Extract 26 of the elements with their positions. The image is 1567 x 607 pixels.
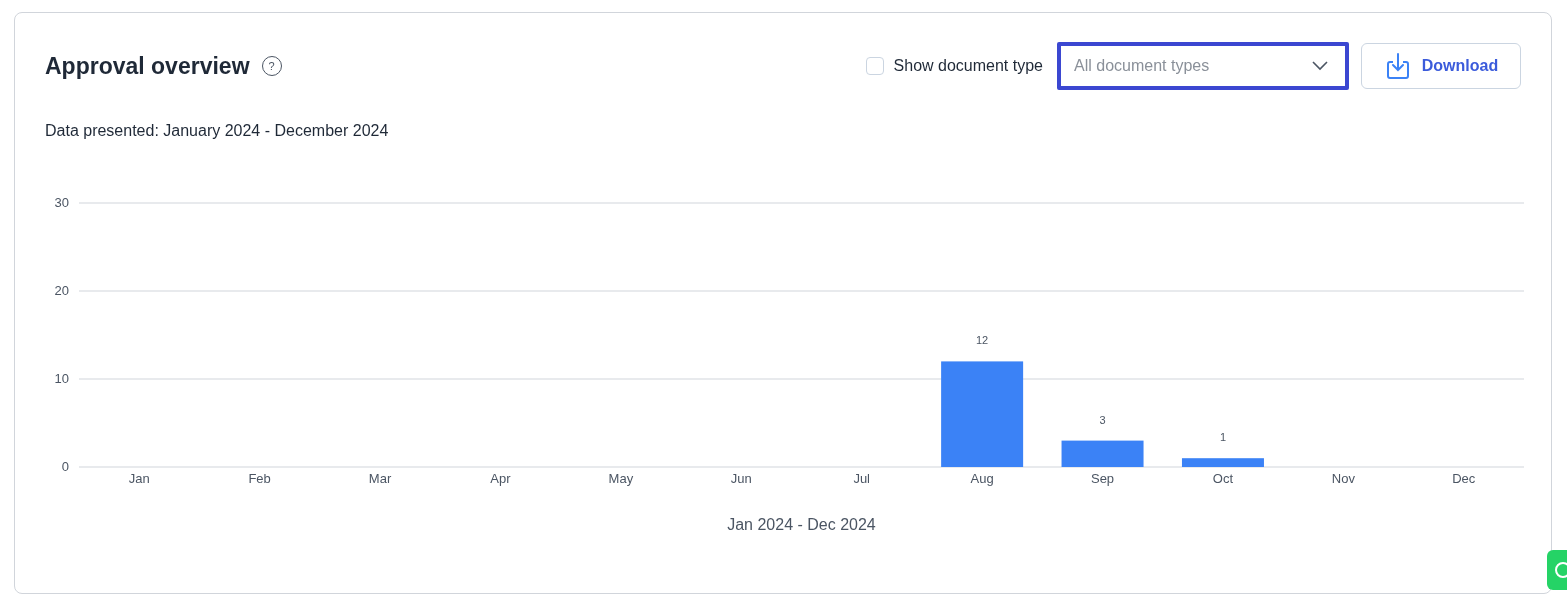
x-tick-label: Oct [1212, 471, 1234, 486]
x-tick-label: Sep [1090, 471, 1115, 486]
x-tick-label: Dec [1452, 471, 1476, 486]
x-tick-label: Mar [368, 471, 392, 486]
x-tick-label: Feb [248, 471, 271, 486]
chevron-down-icon [1312, 61, 1328, 71]
bar-value-label: 12 [976, 334, 989, 347]
x-tick-label: May [608, 471, 634, 486]
x-tick-label: Jan [128, 471, 150, 486]
download-button[interactable]: Download [1361, 43, 1521, 89]
x-tick-label: Aug [970, 471, 994, 486]
y-tick-label: 0 [61, 459, 69, 474]
bar-value-label: 1 [1219, 431, 1226, 444]
checkbox[interactable] [865, 57, 884, 75]
period-text: Data presented: January 2024 - December 2024 [45, 122, 390, 140]
x-tick-label: Jun [730, 471, 752, 486]
card-title: Approval overview [45, 52, 250, 80]
x-tick-label: Nov [1331, 471, 1355, 486]
y-tick-label: 20 [54, 283, 69, 298]
x-tick-label: Apr [490, 471, 511, 486]
y-tick-label: 10 [54, 371, 69, 386]
y-tick-label: 30 [54, 195, 69, 210]
x-tick-label: Jul [853, 471, 870, 486]
bar-value-label: 3 [1099, 413, 1106, 426]
checkbox-label[interactable]: Show document type [893, 57, 1043, 75]
x-axis-title: Jan 2024 - Dec 2024 [727, 516, 876, 533]
